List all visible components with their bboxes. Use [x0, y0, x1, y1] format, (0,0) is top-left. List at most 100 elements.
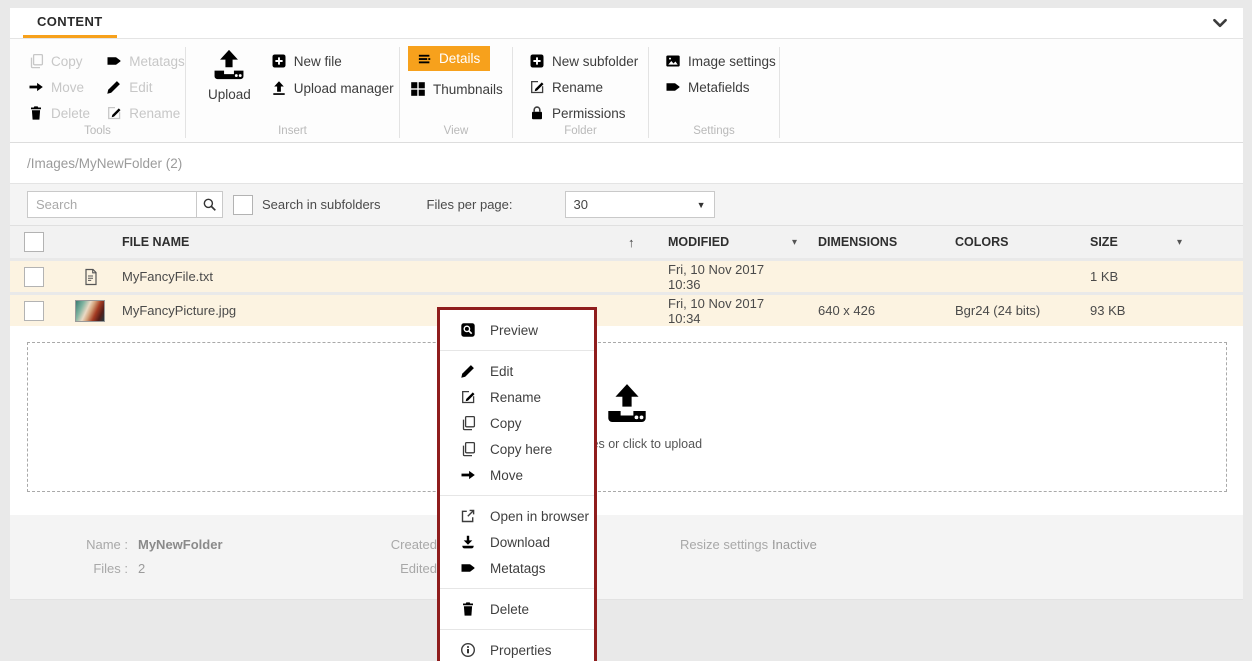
folder-rename-button[interactable]: Rename [529, 79, 648, 95]
permissions-button[interactable]: Permissions [529, 105, 648, 121]
search-button[interactable] [196, 191, 223, 218]
select-arrow-icon: ▼ [697, 200, 706, 210]
menu-item-delete[interactable]: Delete [440, 596, 594, 622]
files-per-page-label: Files per page: [427, 197, 513, 212]
tab-content[interactable]: CONTENT [23, 8, 117, 38]
edit-button[interactable]: Edit [106, 79, 185, 95]
rename-label: Rename [129, 106, 180, 121]
copy-icon [460, 441, 476, 457]
thumbnails-grid-icon [410, 81, 426, 97]
menu-item-properties[interactable]: Properties [440, 637, 594, 661]
sort-asc-icon[interactable]: ↑ [628, 235, 668, 250]
filter-bar: Search in subfolders Files per page: 30 … [10, 184, 1243, 225]
col-dimensions[interactable]: DIMENSIONS [818, 235, 955, 249]
tag-icon [665, 79, 681, 95]
row-checkbox[interactable] [24, 301, 44, 321]
metafields-button[interactable]: Metafields [665, 79, 779, 95]
created-label: Created [340, 537, 437, 552]
drop-area: Drop files or click to upload [10, 326, 1243, 515]
tab-content-label: CONTENT [37, 14, 103, 29]
upload-label: Upload [208, 87, 251, 102]
ribbon-toolbar: Copy Metatags Move Edit Delete Rename To… [10, 39, 1243, 143]
new-subfolder-label: New subfolder [552, 54, 638, 69]
table-row-myfancypicture[interactable]: MyFancyPicture.jpg Fri, 10 Nov 2017 10:3… [10, 295, 1243, 326]
menu-item-open-in-browser[interactable]: Open in browser [440, 503, 594, 529]
metafields-label: Metafields [688, 80, 750, 95]
search-group [27, 191, 223, 218]
table-row-myfancyfile[interactable]: MyFancyFile.txt Fri, 10 Nov 2017 10:36 1… [10, 261, 1243, 292]
upload-manager-button[interactable]: Upload manager [271, 80, 394, 96]
file-name-cell[interactable]: MyFancyFile.txt [122, 269, 628, 284]
upload-dropzone[interactable]: Drop files or click to upload [27, 342, 1227, 492]
modified-caret-icon[interactable]: ▾ [778, 237, 818, 248]
delete-button[interactable]: Delete [28, 105, 90, 121]
col-colors[interactable]: COLORS [955, 235, 1090, 249]
files-label: Files : [10, 561, 128, 576]
context-menu: Preview Edit Rename Copy Copy here Move … [437, 307, 597, 661]
chevron-down-icon[interactable] [1211, 14, 1229, 32]
copy-button[interactable]: Copy [28, 53, 90, 69]
thumbnails-view-button[interactable]: Thumbnails [410, 81, 512, 97]
tag-icon [106, 53, 122, 69]
metatags-button[interactable]: Metatags [106, 53, 185, 69]
menu-item-label: Metatags [490, 561, 546, 576]
rename-button[interactable]: Rename [106, 105, 185, 121]
download-icon [460, 534, 476, 550]
move-button[interactable]: Move [28, 79, 90, 95]
image-settings-button[interactable]: Image settings [665, 53, 779, 69]
menu-item-copy[interactable]: Copy [440, 410, 594, 436]
menu-item-download[interactable]: Download [440, 529, 594, 555]
breadcrumb-path[interactable]: /Images/MyNewFolder (2) [27, 156, 182, 171]
trash-icon [460, 601, 476, 617]
folder-info-bar: Name : MyNewFolder Files : 2 Created Edi… [10, 515, 1243, 600]
resize-settings-value: Inactive [772, 537, 817, 552]
search-icon [202, 197, 217, 212]
row-checkbox[interactable] [24, 267, 44, 287]
pencil-icon [106, 79, 122, 95]
open-in-browser-icon [460, 508, 476, 524]
menu-item-label: Open in browser [490, 509, 589, 524]
upload-button[interactable]: Upload [208, 49, 251, 120]
table-header: FILE NAME ↑ MODIFIED ▾ DIMENSIONS COLORS… [10, 225, 1243, 258]
ribbon-group-label-folder: Folder [513, 125, 648, 137]
search-in-subfolders-label: Search in subfolders [262, 197, 381, 212]
menu-item-label: Rename [490, 390, 541, 405]
menu-item-label: Delete [490, 602, 529, 617]
move-icon [28, 79, 44, 95]
name-value: MyNewFolder [138, 537, 223, 552]
folder-rename-label: Rename [552, 80, 603, 95]
menu-separator [440, 350, 594, 351]
new-file-button[interactable]: New file [271, 53, 394, 69]
files-per-page-select[interactable]: 30 ▼ [565, 191, 715, 218]
menu-item-label: Copy [490, 416, 522, 431]
new-subfolder-button[interactable]: New subfolder [529, 53, 648, 69]
upload-icon [602, 383, 652, 427]
edit-label: Edit [129, 80, 152, 95]
plus-square-icon [529, 53, 545, 69]
ribbon-group-label-insert: Insert [186, 125, 399, 137]
menu-item-edit[interactable]: Edit [440, 358, 594, 384]
menu-item-move[interactable]: Move [440, 462, 594, 488]
menu-separator [440, 588, 594, 589]
menu-item-rename[interactable]: Rename [440, 384, 594, 410]
select-all-checkbox[interactable] [24, 232, 44, 252]
menu-item-preview[interactable]: Preview [440, 317, 594, 343]
copy-icon [460, 415, 476, 431]
col-modified[interactable]: MODIFIED [668, 235, 778, 249]
ribbon-group-view: Details Thumbnails View [400, 39, 512, 142]
col-file-name[interactable]: FILE NAME [122, 235, 628, 249]
name-label: Name : [10, 537, 128, 552]
ribbon-group-folder: New subfolder Rename Permissions Folder [513, 39, 648, 142]
resize-settings-label: Resize settings : [680, 537, 775, 552]
menu-separator [440, 495, 594, 496]
menu-item-copy-here[interactable]: Copy here [440, 436, 594, 462]
col-size[interactable]: SIZE [1090, 235, 1163, 249]
details-view-button[interactable]: Details [408, 46, 490, 71]
colors-cell: Bgr24 (24 bits) [955, 303, 1090, 318]
permissions-label: Permissions [552, 106, 626, 121]
image-thumbnail [75, 300, 105, 322]
search-input[interactable] [27, 191, 197, 218]
search-in-subfolders-checkbox[interactable] [233, 195, 253, 215]
menu-item-metatags[interactable]: Metatags [440, 555, 594, 581]
size-caret-icon[interactable]: ▾ [1163, 237, 1243, 248]
